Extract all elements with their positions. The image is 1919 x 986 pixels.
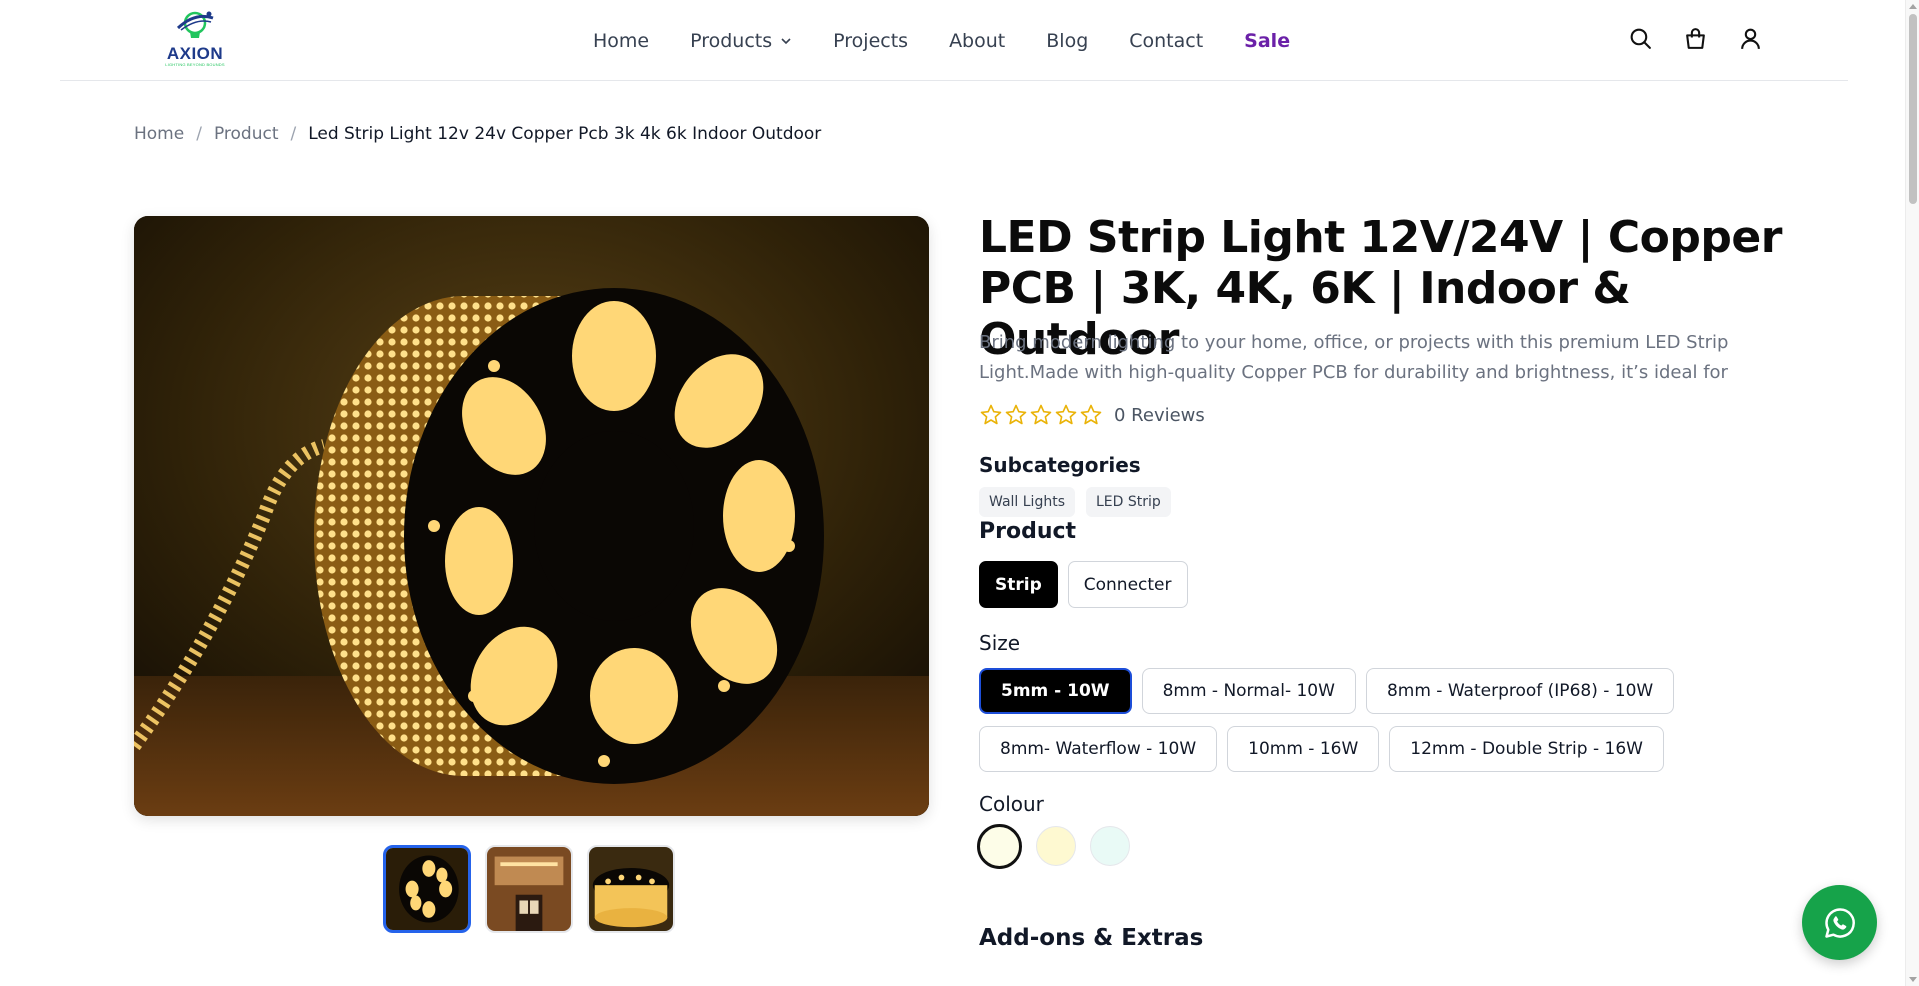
whatsapp-button[interactable] — [1802, 885, 1877, 960]
size-label: Size — [979, 631, 1021, 655]
nav-item-label: Home — [593, 29, 650, 52]
size-option[interactable]: 8mm - Waterproof (IP68) - 10W — [1365, 668, 1675, 714]
size-options-row: 8mm- Waterflow - 10W 10mm - 16W 12mm - D… — [979, 726, 1664, 772]
size-options-row: 5mm - 10W 8mm - Normal- 10W 8mm - Waterp… — [979, 668, 1675, 714]
colour-swatch-yellow[interactable] — [1036, 826, 1076, 866]
shopping-bag-icon[interactable] — [1683, 26, 1708, 51]
thumbnail-3[interactable] — [587, 845, 675, 933]
breadcrumb-home[interactable]: Home — [134, 124, 184, 144]
subcategory-chips: Wall Lights LED Strip — [979, 487, 1171, 517]
whatsapp-icon — [1824, 907, 1855, 938]
subcategory-chip[interactable]: LED Strip — [1086, 487, 1171, 517]
thumbnail-2[interactable] — [485, 845, 573, 933]
star-rating[interactable] — [979, 403, 1103, 427]
subcategories-label: Subcategories — [979, 453, 1141, 477]
main-nav: Home Products Projects About Blog Contac… — [593, 0, 1290, 81]
product-option-connecter[interactable]: Connecter — [1067, 561, 1188, 608]
site-header: AXION LIGHTING BEYOND BOUNDS Home Produc… — [60, 0, 1848, 81]
scroll-up-arrow[interactable] — [1909, 4, 1917, 9]
addons-heading: Add-ons & Extras — [979, 925, 1204, 951]
star-outline-icon — [1030, 404, 1052, 425]
reviews-count[interactable]: 0 Reviews — [1114, 405, 1205, 426]
product-rating: 0 Reviews — [979, 403, 1205, 427]
colour-swatch-warm-white[interactable] — [977, 824, 1022, 869]
header-actions — [1628, 26, 1763, 51]
thumbnail-1[interactable] — [383, 845, 471, 933]
breadcrumb-product[interactable]: Product — [214, 124, 279, 144]
star-outline-icon — [1005, 404, 1027, 425]
nav-item-label: About — [949, 29, 1006, 52]
breadcrumb-current: Led Strip Light 12v 24v Copper Pcb 3k 4k… — [308, 124, 822, 144]
nav-item-about[interactable]: About — [949, 30, 1005, 52]
size-option[interactable]: 8mm - Normal- 10W — [1141, 668, 1356, 714]
colour-swatch-cool-white[interactable] — [1090, 826, 1130, 866]
product-option-strip[interactable]: Strip — [979, 561, 1058, 608]
size-option[interactable]: 5mm - 10W — [979, 668, 1132, 714]
nav-item-label: Sale — [1244, 29, 1291, 52]
ceiling-cove-thumbnail — [487, 847, 571, 931]
nav-item-contact[interactable]: Contact — [1129, 30, 1203, 52]
led-reel-image — [134, 216, 929, 816]
scrollbar-thumb[interactable] — [1909, 14, 1917, 204]
site-logo[interactable]: AXION LIGHTING BEYOND BOUNDS — [155, 8, 235, 70]
colour-swatches — [977, 824, 1130, 869]
logo-wordmark: AXION — [166, 44, 224, 63]
nav-item-label: Products — [690, 29, 773, 52]
star-outline-icon — [1055, 404, 1077, 425]
size-option[interactable]: 10mm - 16W — [1227, 726, 1380, 772]
subcategory-chip[interactable]: Wall Lights — [979, 487, 1075, 517]
star-outline-icon — [1080, 404, 1102, 425]
nav-item-label: Blog — [1046, 29, 1089, 52]
breadcrumb-separator: / — [290, 124, 297, 144]
product-type-label: Product — [979, 519, 1077, 544]
nav-item-blog[interactable]: Blog — [1046, 30, 1088, 52]
logo-tagline: LIGHTING BEYOND BOUNDS — [165, 62, 225, 67]
breadcrumb: Home / Product / Led Strip Light 12v 24v… — [134, 124, 821, 144]
size-option[interactable]: 12mm - Double Strip - 16W — [1389, 726, 1664, 772]
scroll-down-arrow[interactable] — [1909, 977, 1917, 982]
led-reel-thumbnail — [386, 848, 468, 930]
breadcrumb-separator: / — [196, 124, 202, 144]
product-type-options: Strip Connecter — [979, 561, 1188, 608]
colour-label: Colour — [979, 792, 1044, 816]
nav-item-sale[interactable]: Sale — [1244, 30, 1290, 52]
nav-item-products[interactable]: Products — [690, 30, 792, 52]
nav-item-label: Contact — [1129, 29, 1204, 52]
page-scrollbar[interactable] — [1905, 0, 1919, 986]
product-description: Bring modern lighting to your home, offi… — [979, 332, 1729, 383]
thumbnail-strip — [383, 845, 675, 933]
chevron-down-icon — [781, 37, 791, 44]
size-option[interactable]: 8mm- Waterflow - 10W — [979, 726, 1218, 772]
nav-item-label: Projects — [833, 29, 909, 52]
led-reel-closeup-thumbnail — [589, 847, 673, 931]
nav-item-projects[interactable]: Projects — [833, 30, 908, 52]
product-main-image[interactable] — [134, 216, 929, 816]
star-outline-icon — [980, 404, 1002, 425]
user-icon[interactable] — [1738, 26, 1763, 51]
nav-item-home[interactable]: Home — [593, 30, 649, 52]
lightbulb-logo-icon — [176, 11, 214, 38]
search-icon[interactable] — [1628, 26, 1653, 51]
